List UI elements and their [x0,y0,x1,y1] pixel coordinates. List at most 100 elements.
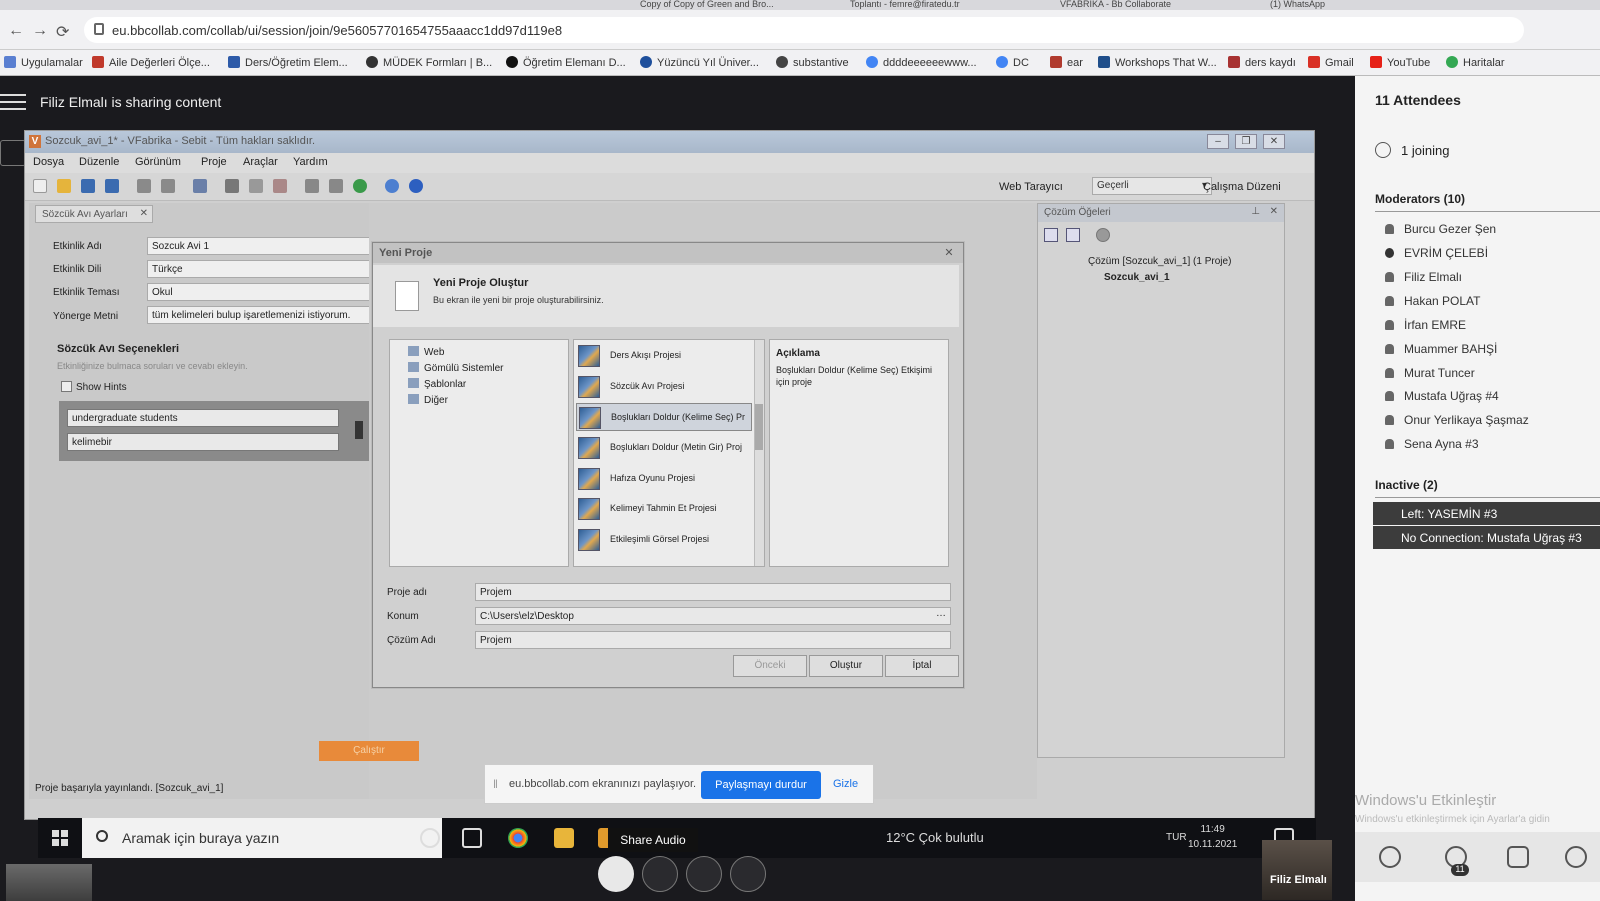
system-clock[interactable]: 11:49 10.11.2021 [1188,822,1237,852]
activity-language-select[interactable]: Türkçe [147,260,373,278]
back-icon[interactable]: ← [8,22,24,40]
tree-item-embedded[interactable]: Gömülü Sistemler [408,362,503,374]
list-item[interactable]: Kelimeyi Tahmin Et Projesi [576,495,752,523]
browser-tab[interactable]: (1) WhatsApp [1270,0,1420,10]
weather-widget[interactable]: 12°C Çok bulutlu [886,830,984,845]
browse-icon[interactable]: … [936,608,946,619]
activity-name-input[interactable]: Sozcuk Avi 1 [147,237,373,255]
settings-icon[interactable] [1565,846,1587,868]
tree-node-solution[interactable]: Çözüm [Sozcuk_avi_1] (1 Proje) [1088,256,1231,267]
close-tab-icon[interactable]: ✕ [140,208,148,219]
bookmark[interactable]: DC [996,56,1029,69]
avatar-status-button[interactable] [598,856,634,892]
forward-icon[interactable]: → [32,22,48,40]
menu-icon[interactable] [0,94,26,110]
menu-yardim[interactable]: Yardım [293,156,328,168]
cortana-icon[interactable] [420,828,440,848]
bookmark[interactable]: Öğretim Elemanı D... [506,56,626,69]
menu-duzenle[interactable]: Düzenle [79,156,119,168]
list-item[interactable]: Boşlukları Doldur (Metin Gir) Proj [576,434,752,462]
attendee-item[interactable]: Murat Tuncer [1385,366,1475,380]
bookmark[interactable]: ear [1050,56,1083,69]
previous-button[interactable]: Önceki [733,655,807,677]
instruction-input[interactable]: tüm kelimeleri bulup işaretlemenizi isti… [147,306,373,324]
url-field[interactable]: eu.bbcollab.com/collab/ui/session/join/9… [84,17,1524,43]
browser-preview-icon[interactable] [353,179,367,193]
bookmark-youtube[interactable]: YouTube [1370,56,1430,69]
reload-icon[interactable]: ⟳ [56,22,69,42]
scrollbar[interactable] [754,340,764,566]
attendee-item[interactable]: Burcu Gezer Şen [1385,222,1496,236]
drag-handle-icon[interactable]: ‖ [493,777,498,791]
attendee-item[interactable]: Sena Ayna #3 [1385,437,1479,451]
new-file-icon[interactable] [33,179,47,193]
tree-node-project[interactable]: Sozcuk_avi_1 [1104,272,1170,283]
tree-item-other[interactable]: Diğer [408,394,448,406]
word-item[interactable]: undergraduate students [67,409,339,427]
save-icon[interactable] [81,179,95,193]
bookmark[interactable]: Ders/Öğretim Elem... [228,56,348,69]
attendee-item[interactable]: Mustafa Uğraş #4 [1385,389,1499,403]
cancel-button[interactable]: İptal [885,655,959,677]
attendee-item[interactable]: Muammer BAHŞİ [1385,342,1497,356]
solution-name-input[interactable]: Projem [475,631,951,649]
bookmark[interactable]: Workshops That W... [1098,56,1217,69]
menu-araclar[interactable]: Araçlar [243,156,278,168]
task-view-icon[interactable] [462,828,482,848]
build-icon[interactable] [305,179,319,193]
list-item-selected[interactable]: Boşlukları Doldur (Kelime Seç) Pr [576,403,752,431]
list-item[interactable]: Hafıza Oyunu Projesi [576,465,752,493]
bookmark-gmail[interactable]: Gmail [1308,56,1354,69]
chat-icon[interactable] [1379,846,1401,868]
bookmark[interactable]: Aile Değerleri Ölçe... [92,56,210,69]
share-content-icon[interactable] [1507,846,1529,868]
info-icon[interactable] [409,179,423,193]
location-input[interactable]: C:\Users\elz\Desktop… [475,607,951,625]
layout-menu[interactable]: Çalışma Düzeni [1203,181,1281,193]
close-icon[interactable]: ✕ [941,246,957,260]
menu-gorunum[interactable]: Görünüm [135,156,181,168]
bookmark[interactable]: ders kaydı [1228,56,1296,69]
undo-icon[interactable] [137,179,151,193]
menu-dosya[interactable]: Dosya [33,156,64,168]
list-item[interactable]: Sözcük Avı Projesi [576,373,752,401]
hide-button[interactable]: Gizle [833,778,858,790]
camera-icon[interactable] [686,856,722,892]
bookmark[interactable]: ddddeeeeeewww... [866,56,977,69]
redo-icon[interactable] [161,179,175,193]
attendee-item[interactable]: Hakan POLAT [1385,294,1480,308]
web-browser-select[interactable]: Geçerli ▾ [1092,177,1212,195]
close-panel-icon[interactable]: ✕ [1270,206,1278,217]
save-all-icon[interactable] [105,179,119,193]
attendee-item[interactable]: Onur Yerlikaya Şaşmaz [1385,413,1529,427]
attendee-item[interactable]: EVRİM ÇELEBİ [1385,246,1488,260]
word-item[interactable]: kelimebir [67,433,339,451]
project-name-input[interactable]: Projem [475,583,951,601]
activity-theme-select[interactable]: Okul [147,283,373,301]
attendee-item[interactable]: İrfan EMRE [1385,318,1466,332]
bookmark-apps[interactable]: Uygulamalar [4,56,83,69]
bookmark[interactable]: MÜDEK Formları | B... [366,56,492,69]
windows-start-icon[interactable] [52,830,68,846]
open-folder-icon[interactable] [57,179,71,193]
stop-sharing-button[interactable]: Paylaşmayı durdur [701,771,821,799]
bookmark[interactable]: Yüzüncü Yıl Üniver... [640,56,759,69]
browser-tab[interactable]: Copy of Copy of Green and Bro... [640,0,810,10]
chrome-icon[interactable] [508,828,528,848]
trash-icon[interactable] [355,421,363,439]
paste-icon[interactable] [273,179,287,193]
properties-icon[interactable] [193,179,207,193]
bookmark-maps[interactable]: Haritalar [1446,56,1505,69]
browser-tab-active[interactable]: VFABRIKA - Bb Collaborate [1060,0,1230,10]
list-item[interactable]: Ders Akışı Projesi [576,342,752,370]
scrollbar-thumb[interactable] [755,404,763,450]
create-button[interactable]: Oluştur [809,655,883,677]
show-hints-checkbox[interactable]: Show Hints [61,381,127,393]
close-window-button[interactable]: ✕ [1263,134,1285,149]
maximize-button[interactable]: ❐ [1235,134,1257,149]
list-item[interactable]: Etkileşimli Görsel Projesi [576,526,752,554]
minimize-button[interactable]: – [1207,134,1229,149]
raise-hand-icon[interactable] [730,856,766,892]
tab-sozcuk-avi-ayarlari[interactable]: Sözcük Avı Ayarları ✕ [35,205,153,223]
comment-icon[interactable] [385,179,399,193]
